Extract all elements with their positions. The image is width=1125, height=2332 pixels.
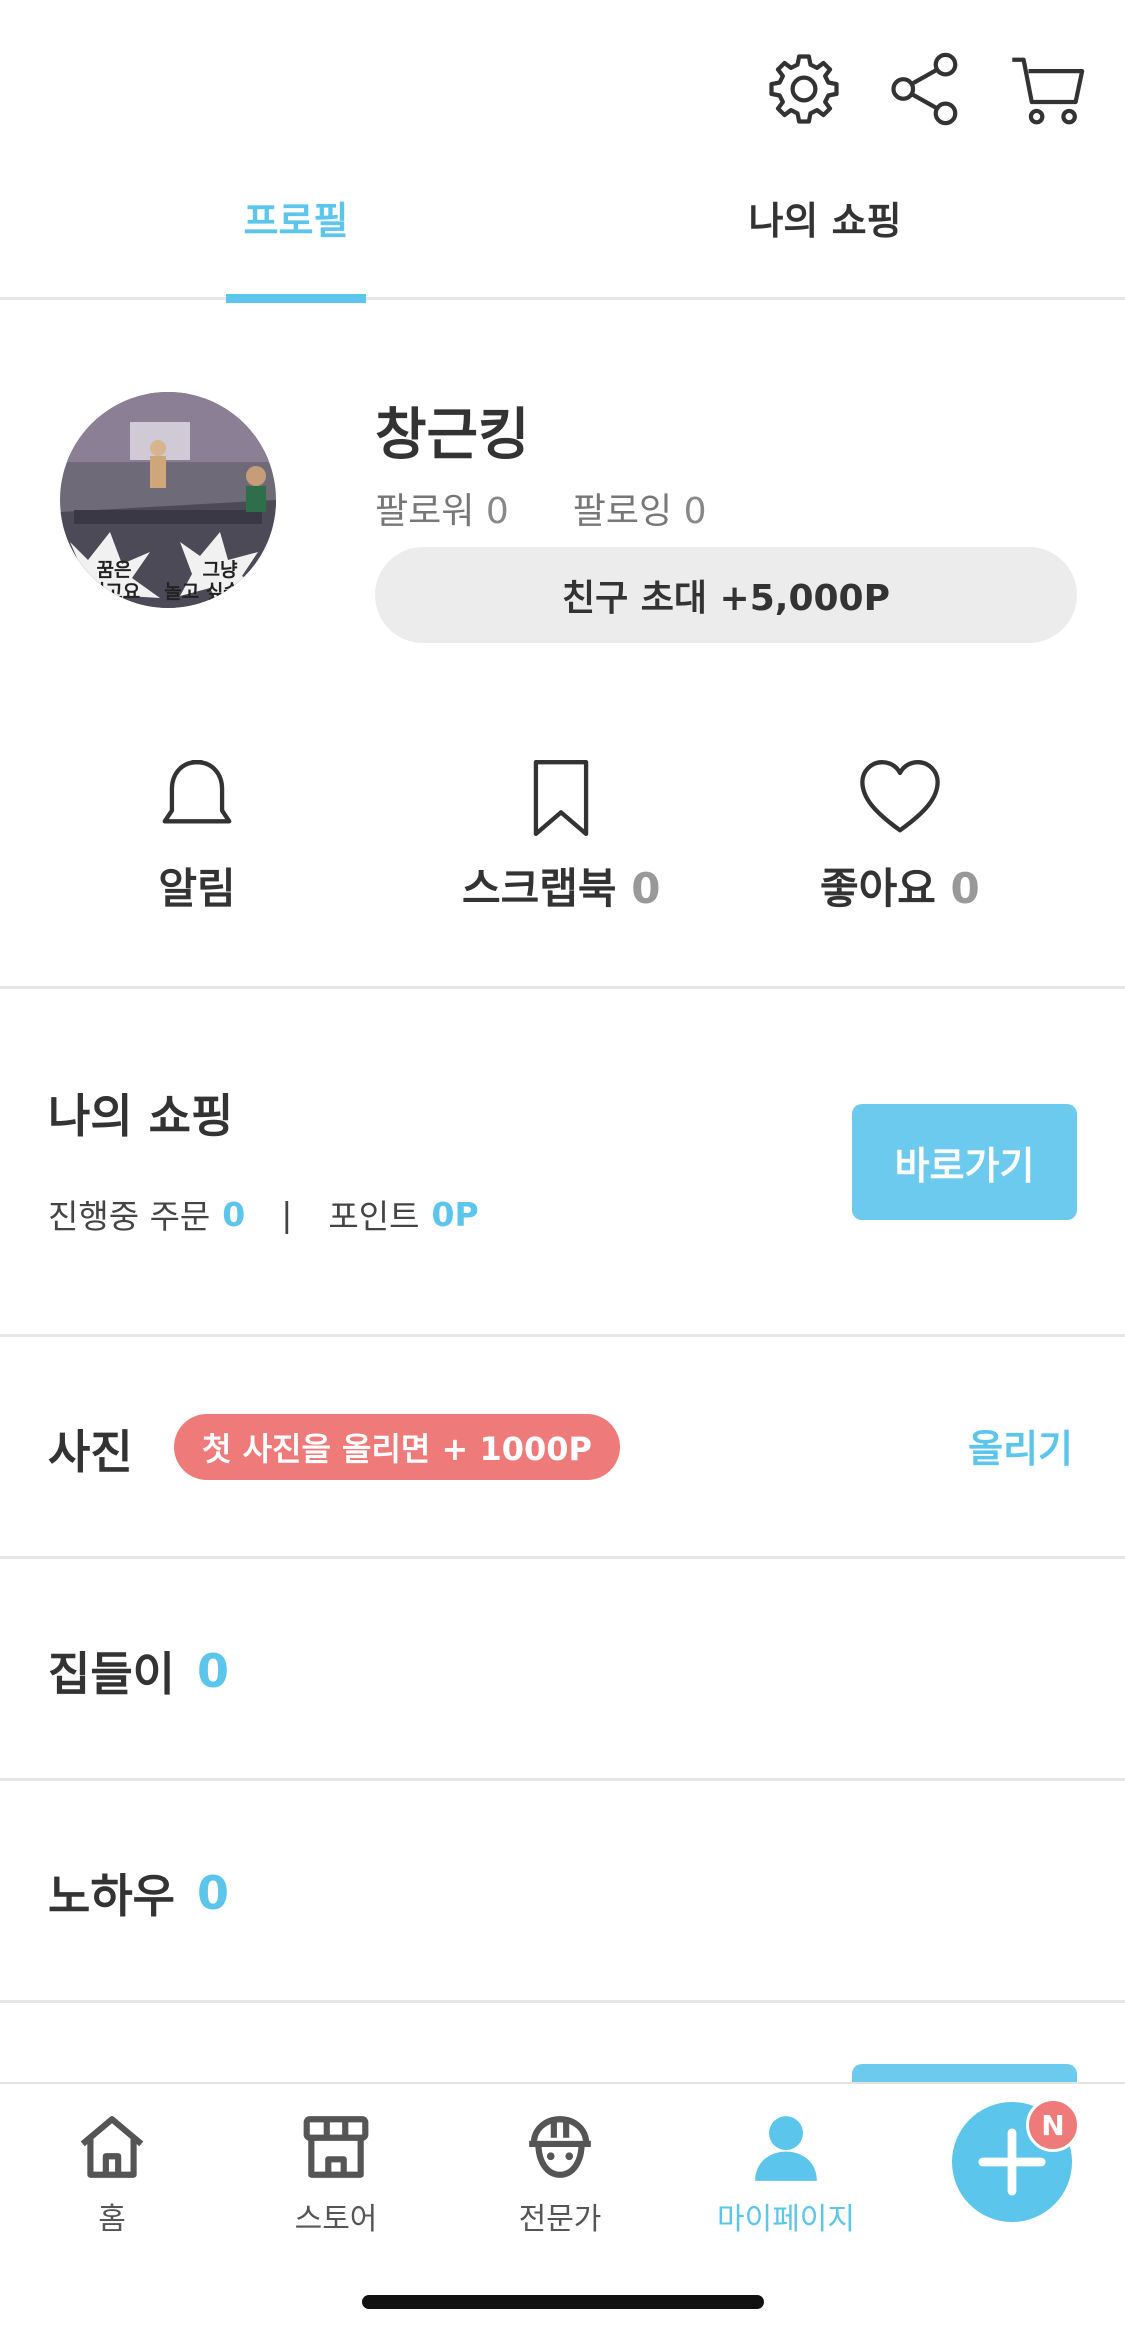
likes-label: 좋아요 <box>820 864 936 913</box>
followers-link[interactable]: 팔로워 0 <box>375 482 509 534</box>
divider <box>0 2000 1125 2003</box>
scrapbook-button[interactable]: 스크랩북 0 <box>462 755 660 916</box>
heart-icon <box>860 760 940 833</box>
nav-home-label: 홈 <box>98 2202 126 2237</box>
svg-text:없고요: 없고요 <box>88 581 140 603</box>
likes-count: 0 <box>950 864 980 913</box>
gear-icon <box>769 54 839 124</box>
tab-profile[interactable]: 프로필 <box>226 190 366 303</box>
share-button[interactable] <box>887 50 965 128</box>
svg-text:그냥: 그냥 <box>203 559 238 581</box>
nav-home[interactable]: 홈 <box>32 2110 192 2238</box>
top-bar <box>765 50 1087 128</box>
go-shortcut-button[interactable]: 바로가기 <box>852 1104 1077 1220</box>
nav-expert-label: 전문가 <box>518 2202 602 2237</box>
followers-count: 0 <box>485 491 509 532</box>
nav-my-page[interactable]: 마이페이지 <box>706 2110 866 2238</box>
photos-title: 사진 <box>48 1425 133 1479</box>
settings-button[interactable] <box>765 50 843 128</box>
orders-label: 진행중 주문 <box>48 1197 211 1236</box>
follow-stats: 팔로워 0 팔로잉 0 <box>375 482 706 534</box>
share-icon <box>891 52 958 126</box>
my-shopping-summary: 진행중 주문 0 | 포인트 0P <box>48 1190 479 1238</box>
home-icon <box>80 2116 144 2178</box>
knowhow-row[interactable]: 노하우 0 <box>48 1860 229 1926</box>
points-label: 포인트 <box>328 1197 420 1236</box>
following-count: 0 <box>683 491 707 532</box>
avatar-image: 꿈은 없고요 그냥 놀고 싶습니다 <box>60 392 276 608</box>
scrapbook-count: 0 <box>631 864 661 913</box>
create-fab-button[interactable]: N <box>952 2098 1080 2222</box>
nav-my-page-label: 마이페이지 <box>717 2202 855 2237</box>
knowhow-title: 노하우 <box>48 1869 175 1923</box>
invite-friend-button[interactable]: 친구 초대 +5,000P <box>375 547 1077 643</box>
upload-photo-link[interactable]: 올리기 <box>968 1418 1073 1473</box>
store-icon <box>303 2116 369 2178</box>
photos-section-title[interactable]: 사진 <box>48 1416 133 1482</box>
notifications-button[interactable]: 알림 <box>154 755 240 916</box>
profile-tabs: 프로필 나의 쇼핑 <box>0 190 1125 303</box>
nav-store-label: 스토어 <box>294 2202 378 2237</box>
divider <box>0 1556 1125 1559</box>
summary-separator: | <box>281 1194 293 1234</box>
points-value: 0P <box>431 1194 479 1234</box>
housewarming-row[interactable]: 집들이 0 <box>48 1638 229 1704</box>
housewarming-count: 0 <box>196 1644 229 1698</box>
divider <box>0 1334 1125 1337</box>
notifications-label: 알림 <box>158 864 236 913</box>
svg-text:놀고 싶습니다: 놀고 싶습니다 <box>164 581 276 603</box>
housewarming-title: 집들이 <box>48 1647 175 1701</box>
knowhow-count: 0 <box>196 1866 229 1920</box>
nav-expert[interactable]: 전문가 <box>480 2110 640 2238</box>
nav-store[interactable]: 스토어 <box>256 2110 416 2238</box>
new-badge: N <box>1026 2098 1080 2152</box>
home-indicator <box>362 2295 764 2309</box>
likes-button[interactable]: 좋아요 0 <box>820 755 980 916</box>
svg-text:꿈은: 꿈은 <box>97 559 132 581</box>
expert-helmet-icon <box>529 2116 591 2178</box>
following-label: 팔로잉 <box>572 491 673 532</box>
cart-button[interactable] <box>1009 50 1087 128</box>
my-shopping-title: 나의 쇼핑 <box>48 1089 234 1143</box>
tab-my-shopping[interactable]: 나의 쇼핑 <box>700 190 950 300</box>
followers-label: 팔로워 <box>375 491 475 532</box>
first-photo-reward-badge: 첫 사진을 올리면 + 1000P <box>174 1414 620 1480</box>
scrapbook-label: 스크랩북 <box>462 864 617 913</box>
bell-icon <box>162 760 232 824</box>
quick-actions: 알림 스크랩북 0 좋아요 0 <box>0 755 1125 925</box>
avatar[interactable]: 꿈은 없고요 그냥 놀고 싶습니다 <box>60 392 276 608</box>
divider <box>0 986 1125 989</box>
following-link[interactable]: 팔로잉 0 <box>573 482 707 534</box>
orders-value: 0 <box>222 1194 246 1234</box>
person-icon <box>755 2116 817 2181</box>
divider <box>0 1778 1125 1781</box>
cart-icon <box>1012 57 1085 125</box>
username: 창근킹 <box>375 403 530 468</box>
bookmark-icon <box>533 760 589 836</box>
